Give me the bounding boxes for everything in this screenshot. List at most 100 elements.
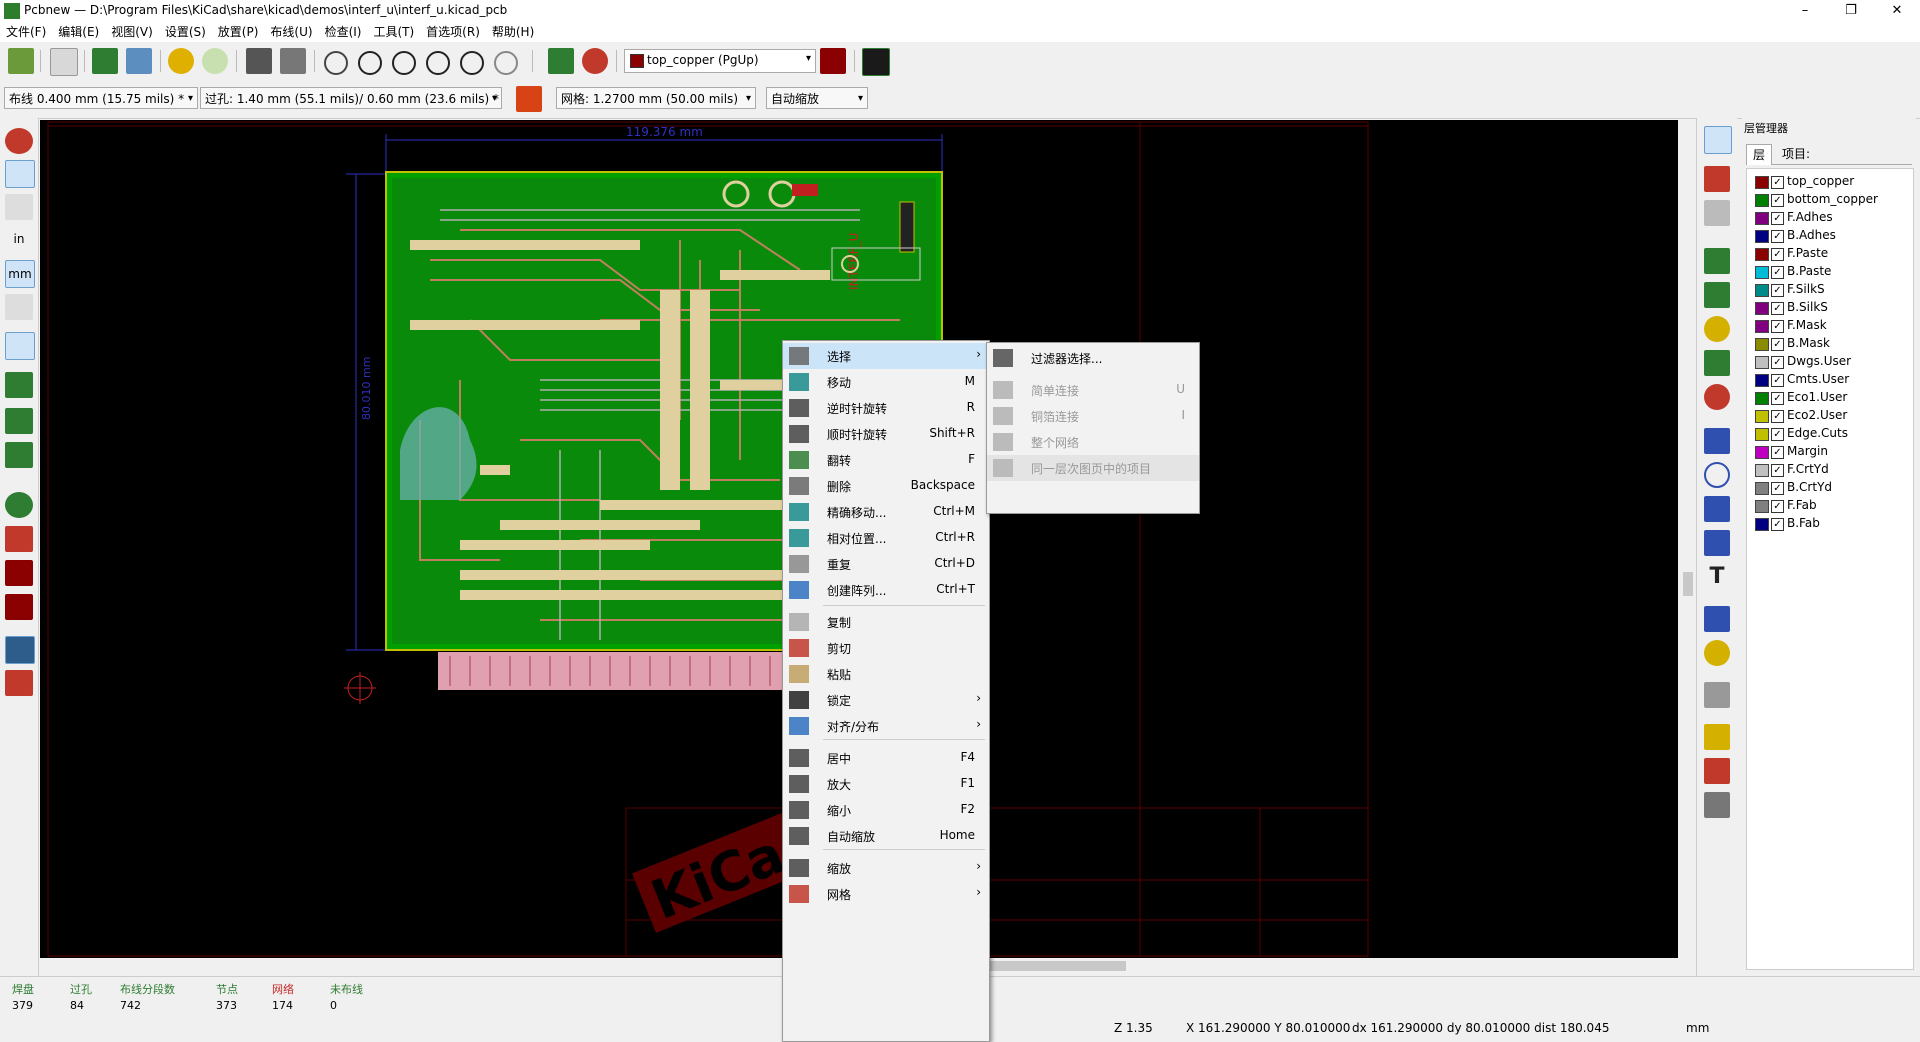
minimize-button[interactable]: – <box>1782 0 1828 22</box>
keepout-area-icon[interactable] <box>1704 384 1730 410</box>
tab-layers[interactable]: 层 <box>1746 144 1773 165</box>
layer-visibility-checkbox[interactable]: ✓ <box>1771 464 1784 477</box>
layer-color-swatch[interactable] <box>1755 320 1769 333</box>
add-line-icon[interactable] <box>1704 428 1730 454</box>
layer-visibility-checkbox[interactable]: ✓ <box>1771 248 1784 261</box>
layer-row-f-silks[interactable]: ✓ F.SilkS <box>1751 281 1911 298</box>
layer-color-swatch[interactable] <box>1755 518 1769 531</box>
maximize-button[interactable]: ❐ <box>1828 0 1874 22</box>
layer-visibility-checkbox[interactable]: ✓ <box>1771 356 1784 369</box>
layer-row-eco2-user[interactable]: ✓ Eco2.User <box>1751 407 1911 424</box>
highlight-net-icon[interactable] <box>1704 166 1730 192</box>
menu-view[interactable]: 视图(V) <box>105 22 159 42</box>
layer-color-swatch[interactable] <box>1755 428 1769 441</box>
layer-row-cmts-user[interactable]: ✓ Cmts.User <box>1751 371 1911 388</box>
menu-item-rotate-ccw[interactable]: 逆时针旋转 R <box>783 395 989 421</box>
menu-item-array[interactable]: 创建阵列... Ctrl+T <box>783 577 989 603</box>
zoom-fit-icon[interactable] <box>426 51 450 75</box>
layer-color-swatch[interactable] <box>1755 302 1769 315</box>
layer-row-edge-cuts[interactable]: ✓ Edge.Cuts <box>1751 425 1911 442</box>
layers-manager-icon[interactable] <box>5 636 35 664</box>
layer-visibility-checkbox[interactable]: ✓ <box>1771 410 1784 423</box>
layer-row-f-crtyd[interactable]: ✓ F.CrtYd <box>1751 461 1911 478</box>
scripting-console-icon[interactable] <box>862 48 890 76</box>
layer-visibility-checkbox[interactable]: ✓ <box>1771 428 1784 441</box>
ratsnest-icon[interactable] <box>5 332 35 360</box>
menu-preferences[interactable]: 首选项(R) <box>420 22 486 42</box>
layer-row-b-adhes[interactable]: ✓ B.Adhes <box>1751 227 1911 244</box>
close-button[interactable]: ✕ <box>1874 0 1920 22</box>
menu-route[interactable]: 布线(U) <box>264 22 318 42</box>
add-dimension-icon[interactable] <box>1704 606 1730 632</box>
menu-item-zoom-in[interactable]: 放大 F1 <box>783 771 989 797</box>
route-track-icon[interactable] <box>1704 282 1730 308</box>
layer-visibility-checkbox[interactable]: ✓ <box>1771 392 1784 405</box>
submenu-item-same-sheet-items[interactable]: 同一层次图页中的项目 <box>987 455 1199 481</box>
via-size-select[interactable]: 过孔: 1.40 mm (55.1 mils)/ 0.60 mm (23.6 m… <box>200 87 502 109</box>
layer-color-swatch[interactable] <box>1755 176 1769 189</box>
add-text-icon[interactable]: T <box>1704 564 1730 590</box>
layer-visibility-checkbox[interactable]: ✓ <box>1771 374 1784 387</box>
layer-color-swatch[interactable] <box>1755 266 1769 279</box>
zoom-area-icon[interactable] <box>494 51 518 75</box>
menu-item-align[interactable]: 对齐/分布 › <box>783 713 989 739</box>
menu-item-duplicate[interactable]: 重复 Ctrl+D <box>783 551 989 577</box>
footprint-editor-icon[interactable] <box>92 48 118 74</box>
menu-item-move-exact[interactable]: 精确移动... Ctrl+M <box>783 499 989 525</box>
menu-item-move[interactable]: 移动 M <box>783 369 989 395</box>
submenu-item-single-connection[interactable]: 简单连接 U <box>987 377 1199 403</box>
page-settings-icon[interactable] <box>50 48 78 76</box>
layer-visibility-checkbox[interactable]: ✓ <box>1771 212 1784 225</box>
layer-row-f-mask[interactable]: ✓ F.Mask <box>1751 317 1911 334</box>
track-auto-width-icon[interactable] <box>516 86 542 112</box>
grid-origin-icon[interactable] <box>1704 724 1730 750</box>
polar-coords-icon[interactable] <box>5 194 33 220</box>
layer-visibility-checkbox[interactable]: ✓ <box>1771 284 1784 297</box>
microwave-icon[interactable] <box>5 594 33 620</box>
menu-file[interactable]: 文件(F) <box>0 22 52 42</box>
length-tuning-icon[interactable] <box>5 670 33 696</box>
menu-item-zoom[interactable]: 缩放 › <box>783 855 989 881</box>
save-icon[interactable] <box>8 48 34 74</box>
menu-item-zoom-center[interactable]: 居中 F4 <box>783 745 989 771</box>
layer-color-swatch[interactable] <box>1755 464 1769 477</box>
layer-color-swatch[interactable] <box>1755 410 1769 423</box>
menu-item-paste[interactable]: 粘贴 <box>783 661 989 687</box>
drc-bug-icon[interactable] <box>582 48 608 74</box>
menu-item-cut[interactable]: 剪切 <box>783 635 989 661</box>
menu-item-zoom-out[interactable]: 缩小 F2 <box>783 797 989 823</box>
menu-item-trash[interactable]: 删除 Backspace <box>783 473 989 499</box>
menu-inspect[interactable]: 检查(I) <box>319 22 368 42</box>
layer-row-margin[interactable]: ✓ Margin <box>1751 443 1911 460</box>
layer-row-b-fab[interactable]: ✓ B.Fab <box>1751 515 1911 532</box>
layer-row-b-paste[interactable]: ✓ B.Paste <box>1751 263 1911 280</box>
redo-icon[interactable] <box>202 48 228 74</box>
layer-row-dwgs-user[interactable]: ✓ Dwgs.User <box>1751 353 1911 370</box>
set-origin-icon[interactable] <box>1704 758 1730 784</box>
local-ratsnest-icon[interactable] <box>5 560 33 586</box>
drc-markers-icon[interactable] <box>5 128 33 154</box>
menu-item-copy[interactable]: 复制 <box>783 609 989 635</box>
layer-color-swatch[interactable] <box>1755 284 1769 297</box>
grid-toggle-icon[interactable] <box>5 160 35 188</box>
vertical-scrollbar[interactable] <box>1680 120 1696 958</box>
layer-row-bottom-copper[interactable]: ✓ bottom_copper <box>1751 191 1911 208</box>
menu-help[interactable]: 帮助(H) <box>486 22 540 42</box>
zoom-select[interactable]: 自动缩放 ▾ <box>766 87 868 109</box>
zoom-selection-icon[interactable] <box>460 51 484 75</box>
layer-visibility-checkbox[interactable]: ✓ <box>1771 266 1784 279</box>
layer-color-swatch[interactable] <box>1755 392 1769 405</box>
menu-place[interactable]: 放置(P) <box>212 22 265 42</box>
layer-row-b-crtyd[interactable]: ✓ B.CrtYd <box>1751 479 1911 496</box>
mm-units-button[interactable]: mm <box>5 260 35 288</box>
layer-visibility-checkbox[interactable]: ✓ <box>1771 338 1784 351</box>
layer-color-swatch[interactable] <box>1755 446 1769 459</box>
add-via-icon[interactable] <box>1704 316 1730 342</box>
layer-visibility-checkbox[interactable]: ✓ <box>1771 194 1784 207</box>
menu-item-position-relative[interactable]: 相对位置... Ctrl+R <box>783 525 989 551</box>
layer-color-swatch[interactable] <box>1755 338 1769 351</box>
menu-item-grid[interactable]: 网格 › <box>783 881 989 907</box>
layer-row-f-paste[interactable]: ✓ F.Paste <box>1751 245 1911 262</box>
layer-row-f-adhes[interactable]: ✓ F.Adhes <box>1751 209 1911 226</box>
layer-color-swatch[interactable] <box>1755 500 1769 513</box>
